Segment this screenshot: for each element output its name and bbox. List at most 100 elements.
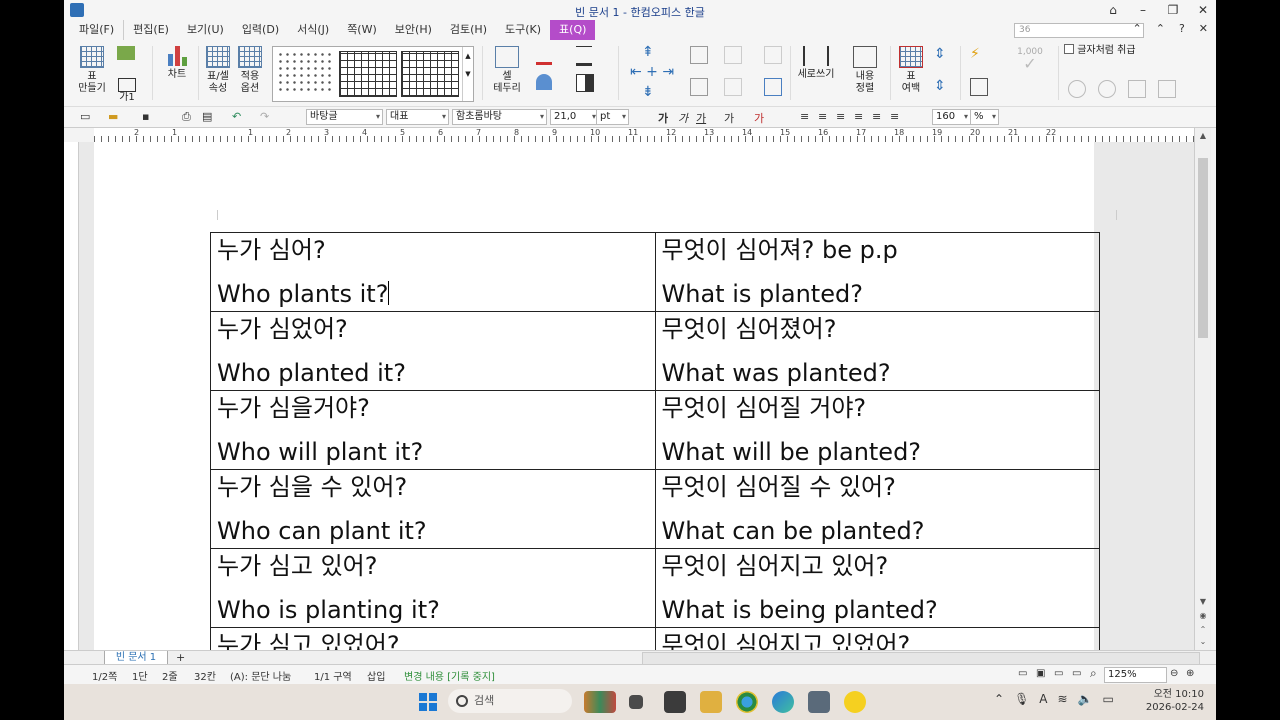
print-icon[interactable]: ⎙ xyxy=(182,110,191,124)
gallery-scroll[interactable]: ▲ ▼ xyxy=(462,47,473,101)
strike-button[interactable]: 가 xyxy=(724,110,734,126)
menu-file[interactable]: 파일(F) xyxy=(70,20,123,40)
formula-icon[interactable]: ⚡ xyxy=(970,46,986,62)
align-center-icon[interactable]: ≡ xyxy=(836,110,845,123)
table-row[interactable]: 누가 심을거야? Who will plant it? 무엇이 심어질 거야? … xyxy=(210,390,1100,470)
line-spacing-input[interactable]: 160 xyxy=(932,109,971,125)
status-insert[interactable]: 삽입 xyxy=(367,668,385,683)
pin-icon[interactable]: ⌂ xyxy=(1106,2,1120,18)
menu-page[interactable]: 쪽(W) xyxy=(338,20,386,40)
mic-icon[interactable]: 🎙 xyxy=(1014,692,1029,706)
menu-review[interactable]: 검토(H) xyxy=(441,20,496,40)
restore-button[interactable]: ❐ xyxy=(1166,2,1180,18)
edge-icon[interactable] xyxy=(772,691,794,713)
menu-tools[interactable]: 도구(K) xyxy=(496,20,550,40)
align-split-icon[interactable]: ≡ xyxy=(890,110,899,123)
horizontal-ruler[interactable]: 2 1 1 2 3 4 5 6 7 8 9 10 11 12 13 14 15 16 17 18 19 20 21 22 xyxy=(94,128,1194,143)
align-right-icon[interactable]: ≡ xyxy=(854,110,863,123)
wrap-icon-2[interactable] xyxy=(1098,80,1116,98)
vertical-write-button[interactable]: 세로쓰기 xyxy=(794,46,838,81)
equal-width-icon[interactable] xyxy=(764,78,782,96)
table-cell[interactable]: 누가 심고 있었어? xyxy=(210,627,656,650)
cell-height-icon[interactable]: ⇕ xyxy=(934,46,950,62)
prev-page-icon[interactable]: ◉ xyxy=(1197,610,1209,622)
style-select[interactable]: 바탕글 xyxy=(306,109,383,125)
task-view-icon[interactable] xyxy=(629,695,643,709)
taskbar-search[interactable]: 검색 xyxy=(448,689,572,713)
doc-tab[interactable]: 빈 문서 1 xyxy=(104,651,168,665)
add-tab-button[interactable]: + xyxy=(176,651,185,664)
line-spacing-unit[interactable]: % xyxy=(970,109,999,125)
close-button[interactable]: ✕ xyxy=(1196,2,1210,18)
table-row[interactable]: 누가 심고 있어? Who is planting it? 무엇이 심어지고 있… xyxy=(210,548,1100,628)
number-format-button[interactable]: 1,000 ✓ xyxy=(1010,46,1050,72)
tray-chevron-icon[interactable]: ⌃ xyxy=(994,692,1004,706)
line-style-icon[interactable] xyxy=(576,46,592,66)
table-margin-button[interactable]: 표 여백 xyxy=(894,46,928,95)
fill-color-icon[interactable] xyxy=(536,74,552,90)
language-select[interactable]: 대표 xyxy=(386,109,449,125)
wifi-icon[interactable]: ≋ xyxy=(1058,692,1068,706)
equal-height-icon[interactable] xyxy=(764,46,782,64)
table-cell[interactable]: 무엇이 심어져? be p.p What is planted? xyxy=(654,232,1100,312)
app-icon-dark[interactable] xyxy=(664,691,686,713)
cell-width-icon[interactable]: ⇕ xyxy=(934,78,950,94)
wrap-icon-4[interactable] xyxy=(1158,80,1176,98)
view-page-icon[interactable]: ▣ xyxy=(1036,668,1045,679)
wrap-icon-1[interactable] xyxy=(1068,80,1086,98)
open-icon[interactable]: ▬ xyxy=(108,110,118,123)
ime-icon[interactable]: A xyxy=(1039,692,1047,706)
table-cell[interactable]: 누가 심어? Who plants it? xyxy=(210,232,656,312)
align-left-icon[interactable]: ≡ xyxy=(818,110,827,123)
apply-options-button[interactable]: 적용 옵션 xyxy=(234,46,266,95)
windows-start-icon[interactable] xyxy=(419,693,437,711)
widgets-icon[interactable] xyxy=(584,691,616,713)
table-style-grid-2[interactable] xyxy=(401,51,459,97)
table-row[interactable]: 누가 심었어? Who planted it? 무엇이 심어졌어? What w… xyxy=(210,311,1100,391)
file-explorer-icon[interactable] xyxy=(700,691,722,713)
zoom-search-icon[interactable]: ⌕ xyxy=(1090,666,1097,681)
table-cell[interactable]: 무엇이 심어질 수 있어? What can be planted? xyxy=(654,469,1100,549)
battery-icon[interactable]: ▭ xyxy=(1103,692,1114,706)
help-icon[interactable]: ? xyxy=(1179,22,1185,35)
table-row[interactable]: 누가 심을 수 있어? Who can plant it? 무엇이 심어질 수 … xyxy=(210,469,1100,549)
collapse-ribbon-icon[interactable]: ⌃ xyxy=(1133,22,1142,35)
font-color-button[interactable]: 가 xyxy=(754,110,764,126)
page-up-icon[interactable]: ⌃ xyxy=(1197,624,1209,636)
char-treat-checkbox[interactable]: 글자처럼 취급 xyxy=(1064,44,1154,57)
table-cell[interactable]: 누가 심을 수 있어? Who can plant it? xyxy=(210,469,656,549)
zoom-select[interactable]: 125% xyxy=(1104,667,1167,683)
italic-button[interactable]: 가 xyxy=(678,110,688,126)
collapse-icon[interactable]: ⌃ xyxy=(1156,22,1165,35)
delete-row-icon[interactable] xyxy=(690,46,708,64)
table-style-gallery[interactable]: ▲ ▼ xyxy=(272,46,474,102)
insert-row-below-icon[interactable]: ⇟ xyxy=(642,84,658,100)
menu-table[interactable]: 표(Q) xyxy=(550,20,596,40)
split-cell-icon[interactable] xyxy=(724,78,742,96)
cell-border-button[interactable]: 셀 테두리 xyxy=(488,46,526,95)
make-table-button[interactable]: 표 만들기 xyxy=(74,46,110,95)
menu-security[interactable]: 보안(H) xyxy=(386,20,441,40)
scroll-up-icon[interactable]: ▲ xyxy=(1197,130,1209,142)
line-color-icon[interactable] xyxy=(536,46,552,65)
document-area[interactable]: 누가 심어? Who plants it? 무엇이 심어져? be p.p Wh… xyxy=(79,142,1194,650)
vertical-ruler[interactable] xyxy=(64,142,79,650)
chrome-icon[interactable] xyxy=(736,691,758,713)
status-track-changes[interactable]: 변경 내용 [기록 중지] xyxy=(404,668,495,683)
menu-insert[interactable]: 입력(D) xyxy=(233,20,288,40)
new-doc-icon[interactable]: ▭ xyxy=(80,110,90,123)
quick-search-box[interactable]: 36 xyxy=(1014,23,1144,38)
delete-col-icon[interactable] xyxy=(690,78,708,96)
table-style-grid[interactable] xyxy=(339,51,397,97)
scroll-down-icon[interactable]: ▼ xyxy=(1197,596,1209,608)
table-row[interactable]: 누가 심어? Who plants it? 무엇이 심어져? be p.p Wh… xyxy=(210,232,1100,312)
view-two-page-icon[interactable]: ▭ xyxy=(1054,668,1063,679)
vertical-scrollbar[interactable]: ▲ ▼ ◉ ⌃ ⌄ xyxy=(1194,128,1211,650)
table-cell[interactable]: 누가 심고 있어? Who is planting it? xyxy=(210,548,656,628)
redo-icon[interactable]: ↷ xyxy=(260,110,269,123)
font-size-input[interactable]: 21,0 xyxy=(550,109,599,125)
insert-row-above-icon[interactable]: ⇞ xyxy=(642,44,658,60)
table-cell[interactable]: 무엇이 심어지고 있어? What is being planted? xyxy=(654,548,1100,628)
table-style-dots[interactable] xyxy=(277,51,333,95)
wrap-icon-3[interactable] xyxy=(1128,80,1146,98)
